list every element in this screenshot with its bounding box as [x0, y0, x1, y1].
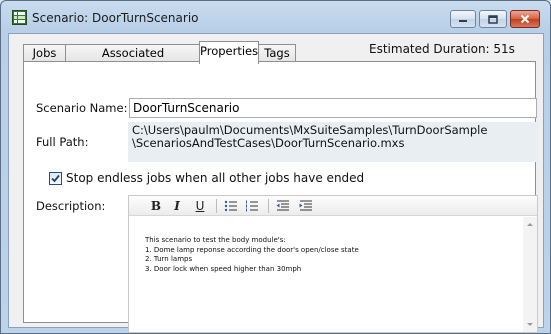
outdent-icon: [276, 200, 289, 211]
description-line: 1. Dome lamp reponse according the door'…: [145, 245, 359, 254]
description-line: 3. Door lock when speed higher than 30mp…: [145, 264, 302, 273]
scenario-name-label: Scenario Name:: [36, 101, 128, 115]
description-line: 2. Turn lamps: [145, 255, 193, 264]
window-title: Scenario: DoorTurnScenario: [32, 11, 199, 25]
tab-properties[interactable]: Properties: [199, 41, 259, 64]
checkmark-icon: [51, 174, 60, 183]
indent-icon: [299, 200, 312, 211]
description-label: Description:: [36, 199, 106, 213]
description-editor[interactable]: B I U This scenario to test the body mod…: [128, 195, 538, 333]
description-text: This scenario to test the body module's:…: [145, 236, 505, 274]
full-path-value: C:\Users\paulm\Documents\MxSuiteSamples\…: [128, 122, 538, 162]
maximize-button[interactable]: [479, 10, 507, 28]
title-bar[interactable]: Scenario: DoorTurnScenario: [1, 1, 550, 31]
minimize-icon: [459, 20, 467, 22]
maximize-icon: [488, 14, 498, 24]
underline-button[interactable]: U: [192, 198, 208, 214]
stop-endless-jobs-label[interactable]: Stop endless jobs when all other jobs ha…: [66, 171, 364, 185]
minimize-button[interactable]: [450, 10, 476, 28]
close-icon: [520, 14, 530, 24]
italic-button[interactable]: I: [169, 198, 185, 214]
bold-button[interactable]: B: [148, 198, 164, 214]
scroll-up-arrow-icon[interactable]: [527, 223, 533, 226]
full-path-label: Full Path:: [36, 135, 89, 149]
scenario-grid-icon: [12, 10, 27, 25]
formatting-toolbar: B I U: [129, 196, 537, 216]
properties-panel: Scenario Name: DoorTurnScenario Full Pat…: [23, 61, 538, 333]
scenario-window: Scenario: DoorTurnScenario Jobs Associat…: [0, 0, 551, 334]
close-button[interactable]: [510, 10, 540, 28]
scroll-down-arrow-icon[interactable]: [527, 323, 533, 326]
toolbar-separator: [216, 199, 217, 213]
full-path-line-2: \ScenariosAndTestCases\DoorTurnScenario.…: [132, 136, 405, 150]
estimated-duration: Estimated Duration: 51s: [369, 42, 515, 56]
numbered-list-icon: [246, 200, 258, 212]
outdent-button[interactable]: [275, 198, 291, 214]
numbered-list-button[interactable]: [244, 198, 260, 214]
stop-endless-jobs-checkbox[interactable]: [49, 172, 62, 185]
bulleted-list-button[interactable]: [223, 198, 239, 214]
description-line: This scenario to test the body module's:: [145, 236, 286, 244]
indent-button[interactable]: [298, 198, 314, 214]
bulleted-list-icon: [224, 200, 237, 212]
description-scrollbar[interactable]: [523, 217, 537, 332]
toolbar-separator: [268, 199, 269, 213]
dialog-client-area: Jobs Associated Requirements Properties …: [8, 33, 544, 333]
scenario-name-input[interactable]: DoorTurnScenario: [129, 98, 537, 118]
